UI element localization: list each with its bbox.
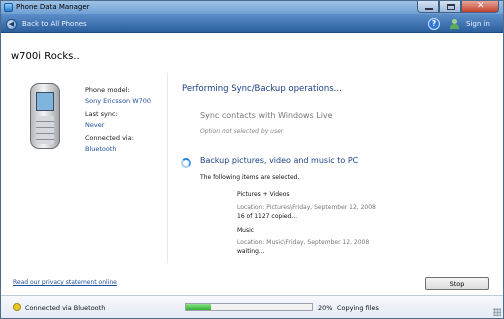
phone-model-label: Phone model: xyxy=(85,86,130,94)
sign-in-link[interactable]: Sign in xyxy=(466,20,490,28)
connection-status-text: Connected via Bluetooth xyxy=(25,304,106,312)
backup-title: Backup pictures, video and music to PC xyxy=(200,156,359,165)
backup-item-name: Music xyxy=(237,227,255,234)
progress-label: Copying files xyxy=(337,304,379,312)
app-window: Phone Data Manager ✕ ◀ Back to All Phone… xyxy=(0,0,504,319)
backup-subtitle: The following items are selected. xyxy=(200,174,300,181)
back-arrow-icon[interactable]: ◀ xyxy=(6,19,17,30)
phone-image xyxy=(30,83,60,149)
progress-percent: 20% xyxy=(318,304,333,312)
backup-item-location: Location: Music\Friday, September 12, 20… xyxy=(237,239,370,246)
progress-bar xyxy=(185,303,313,311)
user-icon[interactable] xyxy=(450,19,460,29)
window-controls: ✕ xyxy=(417,1,499,13)
last-sync-value: Never xyxy=(85,121,105,129)
device-name-heading: w700i Rocks.. xyxy=(11,51,80,62)
maximize-icon xyxy=(447,4,455,10)
help-icon[interactable]: ? xyxy=(428,18,440,30)
progress-bar-fill xyxy=(186,304,212,310)
privacy-statement-link[interactable]: Read our privacy statement online xyxy=(13,279,117,286)
backup-item-location: Location: Pictures\Friday, September 12,… xyxy=(237,204,376,211)
connected-via-label: Connected via: xyxy=(85,134,134,142)
nav-bar: ◀ Back to All Phones ? Sign in xyxy=(1,14,503,33)
backup-item-status: 16 of 1127 copied... xyxy=(237,213,298,220)
phone-model-value: Sony Ericsson W700 xyxy=(85,97,152,105)
app-icon xyxy=(4,3,13,12)
divider xyxy=(167,73,168,263)
title-bar[interactable]: Phone Data Manager ✕ xyxy=(1,1,503,14)
backup-item-name: Pictures + Videos xyxy=(237,191,290,198)
window-title: Phone Data Manager xyxy=(16,3,90,11)
resize-grip-icon[interactable] xyxy=(493,308,501,316)
back-to-all-phones-link[interactable]: Back to All Phones xyxy=(22,20,87,28)
connection-status-icon xyxy=(13,303,21,311)
sync-contacts-status: Option not selected by user xyxy=(200,128,284,135)
status-bar: Connected via Bluetooth 20% Copying file… xyxy=(1,295,503,318)
progress-spinner-icon xyxy=(181,158,191,168)
close-button[interactable]: ✕ xyxy=(461,1,499,13)
connected-via-value: Bluetooth xyxy=(85,145,117,153)
stop-button[interactable]: Stop xyxy=(425,277,489,290)
last-sync-label: Last sync: xyxy=(85,110,118,118)
close-icon: ✕ xyxy=(477,1,485,11)
sync-contacts-title: Sync contacts with Windows Live xyxy=(200,111,333,120)
operations-heading: Performing Sync/Backup operations... xyxy=(182,84,342,94)
backup-item-status: waiting... xyxy=(237,248,265,255)
minimize-button[interactable] xyxy=(417,1,439,13)
maximize-button[interactable] xyxy=(439,1,461,13)
minimize-icon xyxy=(425,8,433,10)
